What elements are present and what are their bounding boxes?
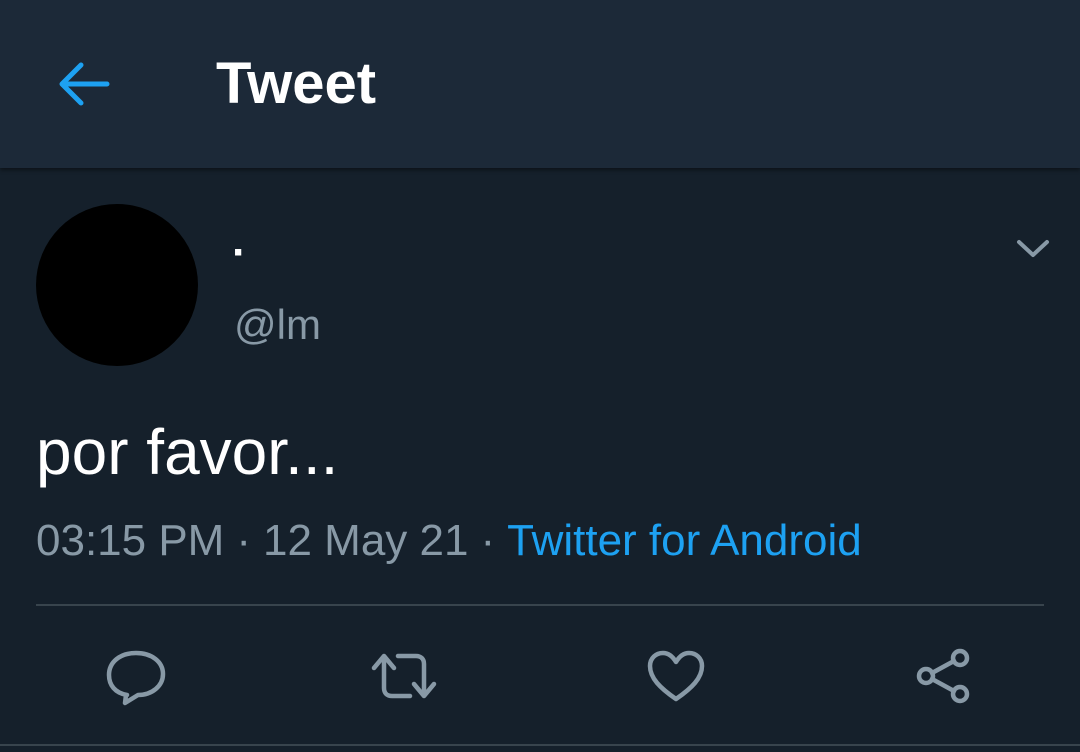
retweet-button[interactable] (364, 636, 444, 716)
tweet-text: por favor... (36, 416, 339, 488)
reply-button[interactable] (96, 636, 176, 716)
tweet-detail-screen: Tweet · @lm por favor... 03:15 PM · 12 May… (0, 0, 1080, 752)
like-button[interactable] (636, 636, 716, 716)
avatar[interactable] (36, 204, 198, 366)
page-title: Tweet (216, 51, 377, 116)
author-display-name[interactable]: · (232, 228, 247, 278)
back-button[interactable] (48, 52, 120, 116)
tweet-meta: 03:15 PM · 12 May 21 · Twitter for Android (36, 514, 862, 568)
retweet-icon (371, 653, 437, 699)
top-app-bar: Tweet (0, 0, 1080, 168)
share-icon (916, 648, 970, 704)
tweet-menu-button[interactable] (1006, 228, 1060, 270)
share-button[interactable] (904, 636, 984, 716)
meta-separator: · (480, 516, 496, 565)
tweet-time: 03:15 PM (36, 516, 225, 565)
divider (36, 604, 1044, 606)
tweet-source-link[interactable]: Twitter for Android (507, 516, 862, 565)
reply-icon (106, 650, 166, 706)
chevron-down-icon (1017, 240, 1049, 257)
tweet-date: 12 May 21 (263, 516, 469, 565)
bottom-divider (0, 744, 1080, 746)
arrow-left-icon (59, 62, 110, 106)
author-handle[interactable]: @lm (234, 300, 321, 350)
heart-icon (647, 650, 705, 702)
meta-separator: · (236, 516, 251, 565)
